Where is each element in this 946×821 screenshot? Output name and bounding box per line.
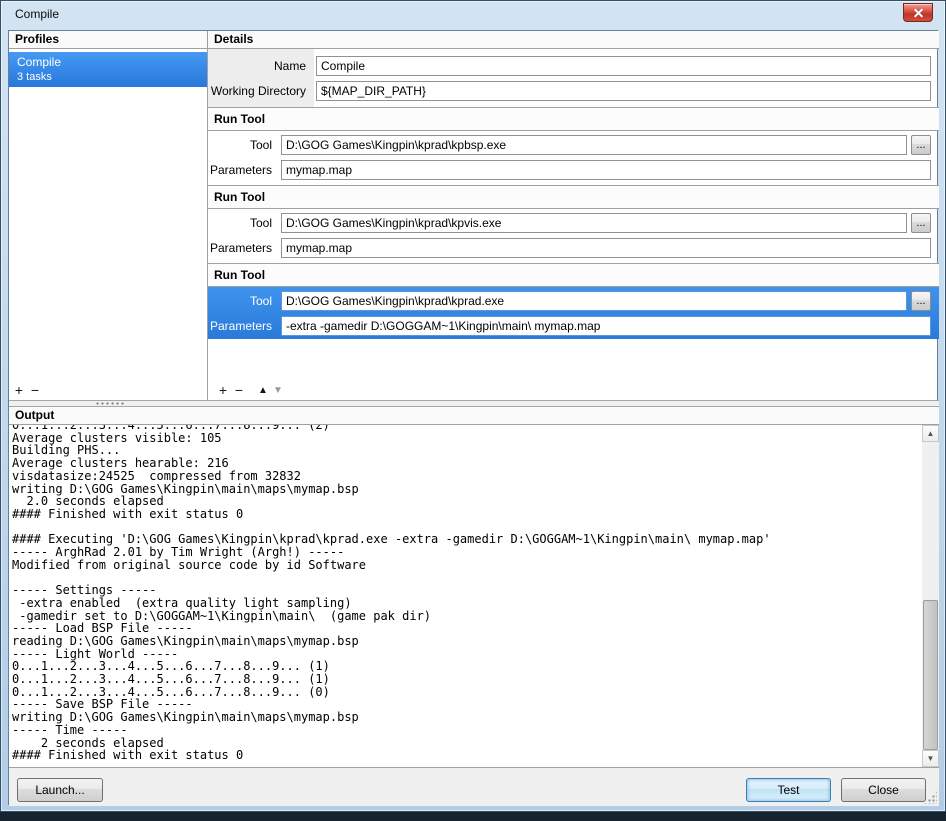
desktop-background: [0, 812, 946, 821]
title-bar[interactable]: Compile: [1, 1, 945, 30]
move-task-down-button[interactable]: ▼: [270, 382, 286, 398]
output-scrollbar[interactable]: ▲ ▼: [922, 425, 939, 767]
working-directory-input[interactable]: [316, 81, 931, 101]
details-panel-header: Details: [208, 31, 939, 49]
add-profile-button[interactable]: +: [11, 382, 27, 398]
run-tool-header: Run Tool: [208, 186, 939, 209]
run-tool-section-3: Run Tool Tool ... Parameters: [208, 263, 939, 341]
output-console[interactable]: 0...1...2...3...4...5...6...7...8...9...…: [9, 425, 939, 768]
scroll-up-icon[interactable]: ▲: [922, 425, 939, 442]
tool-label: Tool: [208, 291, 274, 311]
name-input[interactable]: [316, 56, 931, 76]
run-tool-section-1: Run Tool Tool ... Parameters: [208, 107, 939, 185]
close-button[interactable]: [903, 3, 933, 22]
browse-button-3[interactable]: ...: [911, 291, 931, 311]
working-directory-label: Working Directory: [208, 81, 310, 101]
profiles-list: Compile 3 tasks: [9, 49, 207, 400]
output-log-text: 0...1...2...3...4...5...6...7...8...9...…: [12, 425, 771, 762]
browse-button-1[interactable]: ...: [911, 135, 931, 155]
tool-label: Tool: [208, 213, 274, 233]
compile-dialog-window: Compile Profiles Details Compile 3 tasks…: [0, 0, 946, 812]
scroll-down-icon[interactable]: ▼: [922, 750, 939, 767]
browse-button-2[interactable]: ...: [911, 213, 931, 233]
tool-label: Tool: [208, 135, 274, 155]
splitter-grip-icon: [95, 402, 125, 405]
parameters-label: Parameters: [208, 238, 274, 258]
parameters-input-3[interactable]: [281, 316, 931, 336]
parameters-label: Parameters: [208, 160, 274, 180]
move-task-up-button[interactable]: ▲: [255, 382, 271, 398]
launch-button[interactable]: Launch...: [17, 778, 103, 802]
run-tool-section-2: Run Tool Tool ... Parameters: [208, 185, 939, 263]
dialog-client-area: Profiles Details Compile 3 tasks Name Wo…: [8, 30, 938, 805]
parameters-input-2[interactable]: [281, 238, 931, 258]
run-tool-header: Run Tool: [208, 108, 939, 131]
add-task-button[interactable]: +: [215, 382, 231, 398]
test-button[interactable]: Test: [746, 778, 831, 802]
remove-profile-button[interactable]: −: [27, 382, 43, 398]
dialog-footer: Launch... Test Close: [9, 768, 939, 806]
name-label: Name: [208, 56, 310, 76]
close-icon: [913, 12, 925, 14]
parameters-label: Parameters: [208, 316, 274, 336]
output-panel-header: Output: [9, 407, 939, 425]
profile-name: Compile: [17, 54, 207, 70]
profile-list-item-compile[interactable]: Compile 3 tasks: [9, 52, 207, 87]
remove-task-button[interactable]: −: [231, 382, 247, 398]
window-title: Compile: [15, 1, 59, 30]
tool-path-input-2[interactable]: [281, 213, 907, 233]
close-dialog-button[interactable]: Close: [841, 778, 926, 802]
run-tool-header: Run Tool: [208, 264, 939, 287]
parameters-input-1[interactable]: [281, 160, 931, 180]
output-splitter[interactable]: [9, 400, 939, 407]
tool-path-input-1[interactable]: [281, 135, 907, 155]
tool-path-input-3[interactable]: [281, 291, 907, 311]
profile-task-count: 3 tasks: [17, 70, 207, 84]
profiles-panel-header: Profiles: [9, 31, 207, 49]
scrollbar-thumb[interactable]: [923, 600, 938, 750]
